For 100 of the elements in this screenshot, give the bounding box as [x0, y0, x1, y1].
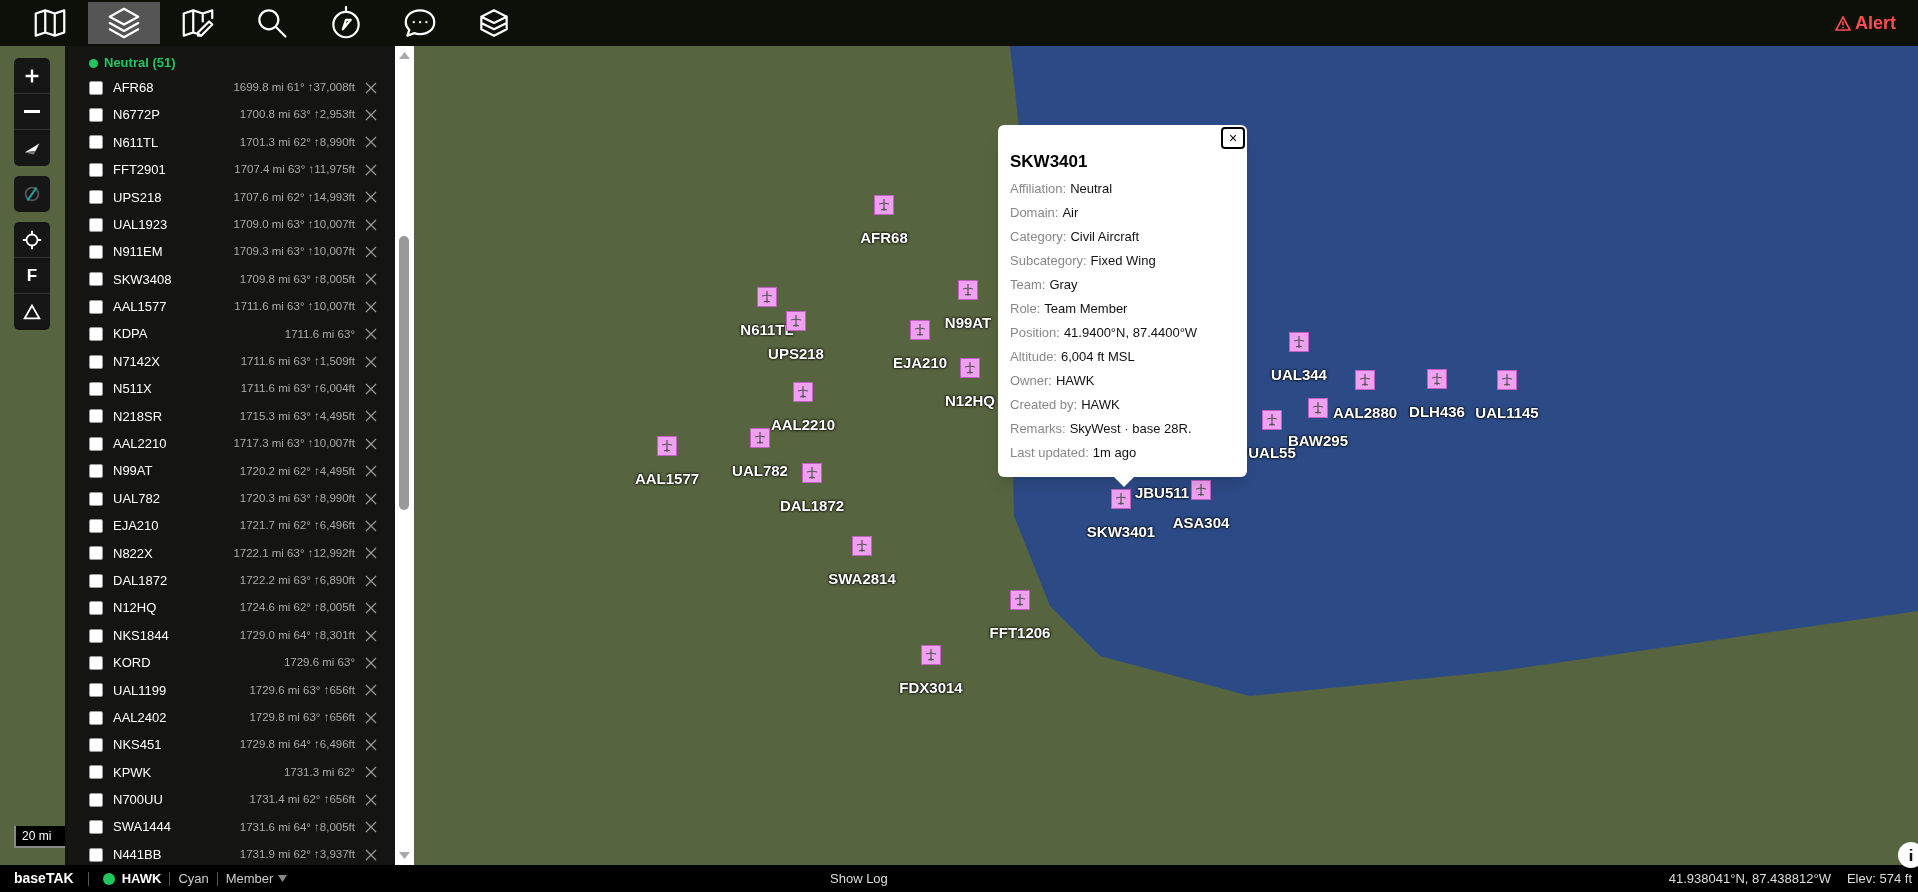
remove-icon[interactable]	[365, 328, 377, 341]
checkbox[interactable]	[89, 847, 103, 862]
checkbox[interactable]	[89, 436, 103, 451]
contact-callsign[interactable]: N700UU	[113, 790, 163, 810]
contact-callsign[interactable]: N99AT	[113, 461, 153, 481]
aircraft-marker-icon[interactable]	[802, 463, 822, 483]
contact-callsign[interactable]: N7142X	[113, 351, 160, 372]
contact-callsign[interactable]: KDPA	[113, 324, 148, 344]
remove-icon[interactable]	[365, 300, 377, 313]
scroll-thumb[interactable]	[399, 236, 409, 510]
remove-icon[interactable]	[365, 848, 377, 861]
aircraft-marker-icon[interactable]	[1289, 332, 1309, 352]
aircraft-marker-icon[interactable]	[757, 287, 777, 307]
remove-icon[interactable]	[365, 739, 377, 752]
checkbox[interactable]	[89, 765, 103, 780]
checkbox[interactable]	[89, 80, 103, 95]
group-heading[interactable]: Neutral (51)	[104, 53, 176, 73]
checkbox[interactable]	[89, 464, 103, 479]
aircraft-marker-icon[interactable]	[657, 436, 677, 456]
aircraft-marker-icon[interactable]	[1497, 370, 1517, 390]
remove-icon[interactable]	[365, 437, 377, 450]
remove-icon[interactable]	[365, 383, 377, 395]
checkbox[interactable]	[89, 162, 103, 177]
contact-callsign[interactable]: SWA1444	[113, 817, 172, 837]
toolbar-tab[interactable]	[88, 2, 160, 44]
contact-callsign[interactable]: N12HQ	[113, 598, 157, 618]
contact-callsign[interactable]: N218SR	[113, 406, 163, 427]
checkbox[interactable]	[89, 382, 103, 396]
contact-callsign[interactable]: UAL782	[113, 488, 160, 509]
aircraft-marker-icon[interactable]	[1262, 410, 1282, 430]
remove-icon[interactable]	[365, 821, 377, 834]
remove-icon[interactable]	[365, 81, 377, 94]
checkbox[interactable]	[89, 135, 103, 150]
remove-icon[interactable]	[365, 519, 377, 532]
aircraft-marker-icon[interactable]	[1427, 369, 1447, 389]
contact-callsign[interactable]: N822X	[113, 543, 153, 564]
remove-icon[interactable]	[365, 109, 377, 122]
aircraft-marker-icon[interactable]	[1191, 480, 1211, 500]
contact-callsign[interactable]: UPS218	[113, 187, 162, 207]
checkbox[interactable]	[89, 409, 103, 424]
checkbox[interactable]	[89, 792, 103, 807]
remove-icon[interactable]	[365, 602, 377, 615]
aircraft-marker-icon[interactable]	[960, 358, 980, 378]
checkbox[interactable]	[89, 299, 103, 314]
checkbox[interactable]	[89, 518, 103, 533]
contact-callsign[interactable]: NKS451	[113, 735, 162, 755]
checkbox[interactable]	[89, 327, 103, 342]
remove-icon[interactable]	[365, 574, 377, 587]
aircraft-marker-icon[interactable]	[793, 382, 813, 402]
checkbox[interactable]	[89, 820, 103, 835]
remove-icon[interactable]	[365, 163, 377, 176]
remove-icon[interactable]	[365, 656, 377, 669]
contact-callsign[interactable]: N911EM	[113, 242, 163, 262]
contact-callsign[interactable]: N611TL	[113, 132, 159, 153]
contact-callsign[interactable]: NKS1844	[113, 625, 169, 646]
aircraft-marker-icon[interactable]	[750, 428, 770, 448]
checkbox[interactable]	[89, 108, 103, 123]
remove-icon[interactable]	[365, 273, 377, 286]
checkbox[interactable]	[89, 628, 103, 643]
remove-icon[interactable]	[365, 136, 377, 149]
remove-icon[interactable]	[365, 766, 377, 779]
contact-callsign[interactable]: UAL1923	[113, 214, 168, 235]
remove-icon[interactable]	[365, 684, 377, 697]
close-button[interactable]: ×	[1221, 127, 1245, 149]
remove-icon[interactable]	[365, 492, 377, 505]
info-icon[interactable]	[1896, 840, 1918, 870]
remove-icon[interactable]	[365, 793, 377, 806]
remove-icon[interactable]	[365, 629, 377, 642]
remove-icon[interactable]	[365, 547, 377, 560]
contact-callsign[interactable]: AAL2210	[113, 434, 167, 454]
checkbox[interactable]	[89, 601, 103, 616]
remove-icon[interactable]	[365, 465, 377, 478]
contact-callsign[interactable]: EJA210	[113, 516, 159, 536]
aircraft-marker-icon[interactable]	[874, 195, 894, 215]
remove-icon[interactable]	[365, 355, 377, 368]
checkbox[interactable]	[89, 245, 103, 260]
contact-callsign[interactable]: AAL2402	[113, 707, 167, 728]
aircraft-marker-icon[interactable]	[958, 280, 978, 300]
aircraft-marker-icon[interactable]	[1355, 370, 1375, 390]
contact-callsign[interactable]: FFT2901	[113, 160, 166, 180]
checkbox[interactable]	[89, 683, 103, 698]
checkbox[interactable]	[89, 655, 103, 670]
checkbox[interactable]	[89, 190, 103, 205]
remove-icon[interactable]	[365, 191, 377, 204]
contact-callsign[interactable]: N6772P	[113, 105, 160, 125]
aircraft-marker-icon[interactable]	[852, 536, 872, 556]
checkbox[interactable]	[89, 272, 103, 287]
remove-icon[interactable]	[365, 218, 377, 231]
contact-callsign[interactable]: N511X	[113, 379, 152, 399]
contact-callsign[interactable]: KORD	[113, 653, 151, 673]
contact-callsign[interactable]: KPWK	[113, 762, 152, 783]
contact-callsign[interactable]: UAL1199	[113, 680, 167, 701]
aircraft-marker-icon[interactable]	[921, 645, 941, 665]
contact-callsign[interactable]: AFR68	[113, 77, 154, 98]
checkbox[interactable]	[89, 573, 103, 588]
checkbox[interactable]	[89, 710, 103, 725]
checkbox[interactable]	[89, 738, 103, 753]
remove-icon[interactable]	[365, 246, 377, 259]
contact-callsign[interactable]: N441BB	[113, 844, 162, 865]
aircraft-marker-icon[interactable]	[910, 320, 930, 340]
